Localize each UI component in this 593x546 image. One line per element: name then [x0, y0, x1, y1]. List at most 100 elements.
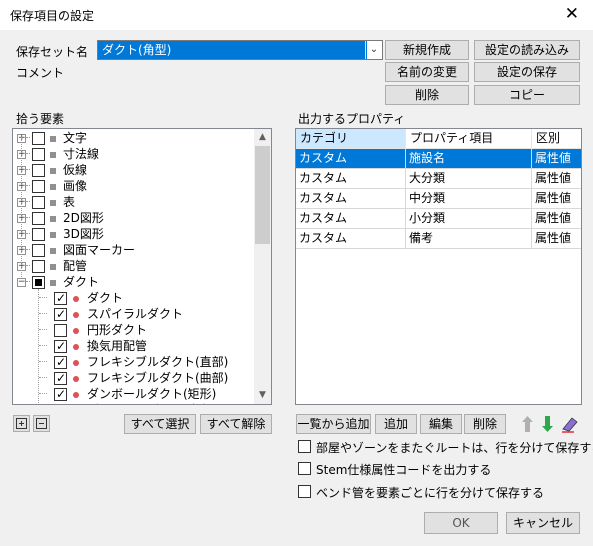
tree-child-item[interactable]: ✓ スパイラルダクト: [13, 307, 253, 323]
select-all-button[interactable]: すべて選択: [124, 414, 196, 434]
chevron-down-icon[interactable]: ⌄: [365, 41, 382, 59]
tree-item-checkbox[interactable]: [32, 164, 45, 177]
tree-child-item[interactable]: ✓ ダンボールダクト(変角形): [13, 403, 253, 404]
tree-item[interactable]: + 仮線: [13, 163, 253, 179]
scroll-thumb[interactable]: [255, 146, 270, 244]
tree-child-item[interactable]: ✓ ダクト: [13, 291, 253, 307]
tree-child-item[interactable]: ✓ フレキシブルダクト(直部): [13, 355, 253, 371]
grid-cell[interactable]: 小分類: [406, 209, 532, 229]
tree-item-checkbox[interactable]: [32, 276, 45, 289]
column-header-category[interactable]: カテゴリ: [296, 129, 406, 149]
save-settings-button[interactable]: 設定の保存: [474, 62, 580, 82]
cancel-button[interactable]: キャンセル: [506, 512, 580, 534]
scroll-up-icon[interactable]: ▲: [254, 129, 271, 146]
tree-item-label: 配管: [63, 259, 88, 273]
arrow-down-icon[interactable]: [539, 414, 556, 434]
clear-all-button[interactable]: すべて解除: [200, 414, 272, 434]
expand-all-icon[interactable]: [13, 415, 30, 432]
tree-guide-line: [21, 137, 22, 277]
tree-item-checkbox[interactable]: [32, 196, 45, 209]
tree-item-checkbox[interactable]: [32, 132, 45, 145]
tree-item[interactable]: + 寸法線: [13, 147, 253, 163]
tree-connector: [39, 329, 47, 334]
column-header-kind[interactable]: 区別: [532, 129, 581, 149]
tree-child-checkbox[interactable]: ✓: [54, 355, 67, 369]
delete-preset-button[interactable]: 削除: [385, 85, 469, 105]
close-icon[interactable]: ✕: [565, 4, 579, 24]
check-icon: ✓: [56, 291, 67, 305]
rename-button[interactable]: 名前の変更: [385, 62, 469, 82]
tree-child-checkbox[interactable]: ✓: [54, 387, 67, 401]
tree-item[interactable]: +3D図形: [13, 227, 253, 243]
grid-cell[interactable]: 中分類: [406, 189, 532, 209]
tree-child-checkbox[interactable]: ✓: [54, 339, 67, 353]
grid-cell[interactable]: カスタム: [296, 189, 406, 209]
tree-child-checkbox[interactable]: ✓: [54, 291, 67, 305]
arrow-up-icon[interactable]: [519, 414, 536, 434]
eraser-icon[interactable]: [560, 414, 580, 434]
tree-scrollbar[interactable]: ▲ ▼: [254, 129, 271, 404]
grid-cell[interactable]: 施設名: [406, 149, 532, 169]
tree-connector: [26, 217, 30, 222]
element-type-icon: [50, 232, 56, 238]
grid-cell[interactable]: カスタム: [296, 149, 406, 169]
tree-item[interactable]: + 画像: [13, 179, 253, 195]
ok-button[interactable]: OK: [424, 512, 498, 534]
grid-cell[interactable]: カスタム: [296, 209, 406, 229]
property-grid[interactable]: カテゴリ プロパティ項目 区別 カスタム 施設名 属性値 カスタム 大分類 属性値 カスタム…: [295, 128, 582, 405]
tree-child-item[interactable]: 円形ダクト: [13, 323, 253, 339]
tree-child-item[interactable]: ✓ ダンボールダクト(矩形): [13, 387, 253, 403]
tree-item-checkbox[interactable]: [32, 148, 45, 161]
add-button[interactable]: 追加: [375, 414, 417, 434]
tree-child-item[interactable]: ✓ フレキシブルダクト(曲部): [13, 371, 253, 387]
tree-child-item[interactable]: ✓ 換気用配管: [13, 339, 253, 355]
tree-item-checkbox[interactable]: [32, 180, 45, 193]
bullet-icon: [73, 344, 79, 350]
tree-item-checkbox[interactable]: [32, 260, 45, 273]
load-settings-button[interactable]: 設定の読み込み: [474, 40, 580, 60]
column-header-property[interactable]: プロパティ項目: [406, 129, 532, 149]
split-rooms-checkbox[interactable]: [298, 440, 311, 453]
bend-rows-checkbox[interactable]: [298, 485, 311, 498]
grid-cell[interactable]: 属性値: [532, 189, 581, 209]
check-icon: ✓: [56, 371, 67, 385]
grid-cell[interactable]: 属性値: [532, 149, 581, 169]
tree-connector: [26, 281, 30, 286]
tree-item-checkbox[interactable]: [32, 228, 45, 241]
grid-cell[interactable]: 属性値: [532, 169, 581, 189]
tree-child-checkbox[interactable]: ✓: [56, 403, 66, 404]
grid-cell[interactable]: 大分類: [406, 169, 532, 189]
element-type-icon: [50, 184, 56, 190]
element-tree[interactable]: + 文字 + 寸法線 + 仮線 + 画像 + 表 +2D図形 +3D図形 + 図面マーカー + 配管 − ダクト ✓…: [12, 128, 272, 405]
copy-button[interactable]: コピー: [474, 85, 580, 105]
grid-cell[interactable]: カスタム: [296, 169, 406, 189]
scroll-down-icon[interactable]: ▼: [254, 387, 271, 404]
grid-cell[interactable]: カスタム: [296, 229, 406, 249]
grid-cell[interactable]: 属性値: [532, 229, 581, 249]
collapse-icon[interactable]: −: [17, 278, 26, 287]
add-from-list-button[interactable]: 一覧から追加: [296, 414, 371, 434]
tree-item[interactable]: + 図面マーカー: [13, 243, 253, 259]
check-icon: ✓: [56, 307, 67, 321]
grid-cell[interactable]: 備考: [406, 229, 532, 249]
tree-item[interactable]: +2D図形: [13, 211, 253, 227]
collapse-all-icon[interactable]: [33, 415, 50, 432]
edit-button[interactable]: 編集: [420, 414, 462, 434]
tree-item-checkbox[interactable]: [32, 212, 45, 225]
element-type-icon: [50, 152, 56, 158]
tree-item[interactable]: + 文字: [13, 131, 253, 147]
grid-cell[interactable]: 属性値: [532, 209, 581, 229]
tree-item-checkbox[interactable]: [32, 244, 45, 257]
preset-select[interactable]: ダクト(角型) ⌄: [97, 40, 383, 60]
tree-child-checkbox[interactable]: ✓: [54, 371, 67, 385]
stem-codes-checkbox[interactable]: [298, 462, 311, 475]
new-button[interactable]: 新規作成: [385, 40, 469, 60]
tree-item[interactable]: + 配管: [13, 259, 253, 275]
tree-connector: [39, 297, 47, 302]
tree-child-checkbox[interactable]: ✓: [54, 307, 67, 321]
tree-child-checkbox[interactable]: [54, 324, 67, 337]
tree-item[interactable]: − ダクト: [13, 275, 253, 291]
tree-item[interactable]: + 表: [13, 195, 253, 211]
tree-child-label: フレキシブルダクト(直部): [87, 355, 229, 369]
delete-property-button[interactable]: 削除: [464, 414, 506, 434]
